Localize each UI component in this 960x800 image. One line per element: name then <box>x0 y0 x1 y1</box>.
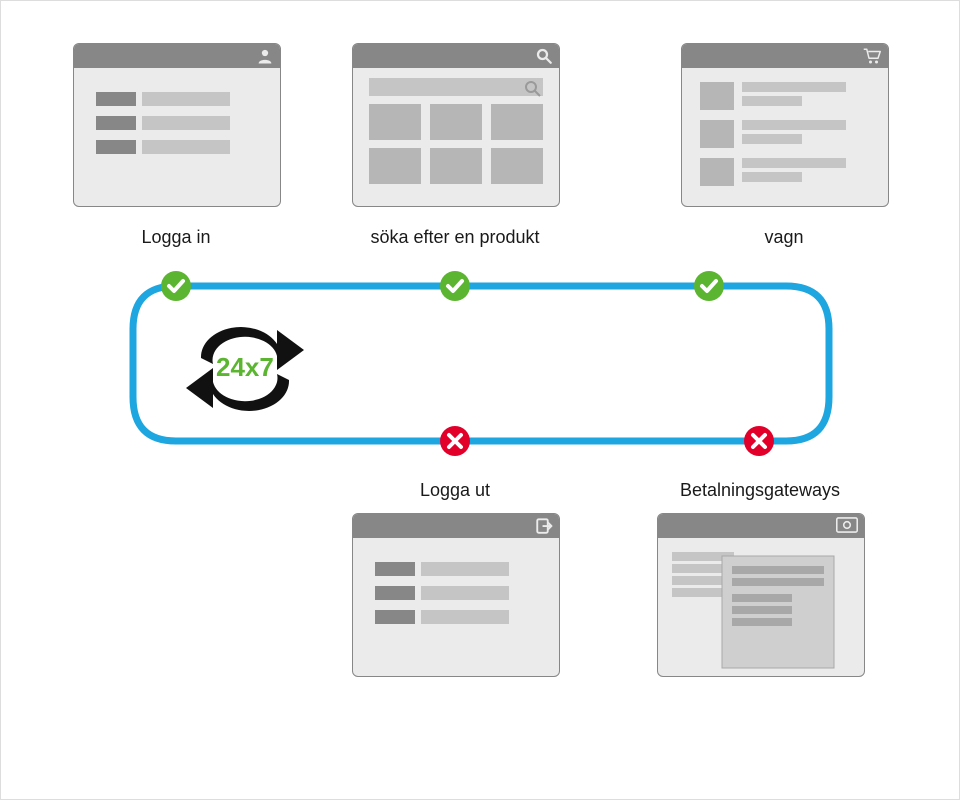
login-window-body <box>74 68 280 206</box>
search-window-body <box>353 68 559 206</box>
search-status-badge <box>440 271 470 301</box>
cycle-247: 24x7 <box>180 324 310 414</box>
payment-window-titlebar <box>658 514 864 538</box>
login-window <box>73 43 281 207</box>
cross-icon <box>744 426 774 456</box>
logout-label: Logga ut <box>352 480 558 501</box>
payment-status-badge <box>744 426 774 456</box>
payment-label: Betalningsgateways <box>633 480 887 501</box>
check-icon <box>161 271 191 301</box>
payment-window-body <box>658 538 864 676</box>
cart-status-badge <box>694 271 724 301</box>
search-window-titlebar <box>353 44 559 68</box>
cart-window <box>681 43 889 207</box>
search-label: söka efter en produkt <box>352 227 558 248</box>
logout-window <box>352 513 560 677</box>
cart-icon <box>862 47 882 65</box>
cart-window-titlebar <box>682 44 888 68</box>
logout-window-body <box>353 538 559 676</box>
login-window-titlebar <box>74 44 280 68</box>
check-icon <box>440 271 470 301</box>
cross-icon <box>440 426 470 456</box>
payment-window <box>657 513 865 677</box>
cart-label: vagn <box>681 227 887 248</box>
search-icon <box>535 47 553 65</box>
login-status-badge <box>161 271 191 301</box>
cycle-text: 24x7 <box>216 352 274 383</box>
login-label: Logga in <box>73 227 279 248</box>
user-icon <box>256 47 274 65</box>
check-icon <box>694 271 724 301</box>
logout-window-titlebar <box>353 514 559 538</box>
cart-window-body <box>682 68 888 206</box>
search-window <box>352 43 560 207</box>
money-icon <box>836 517 858 533</box>
logout-status-badge <box>440 426 470 456</box>
logout-icon <box>535 517 553 535</box>
diagram-stage: Logga in söka efter en produkt vagn Logg… <box>0 0 960 800</box>
